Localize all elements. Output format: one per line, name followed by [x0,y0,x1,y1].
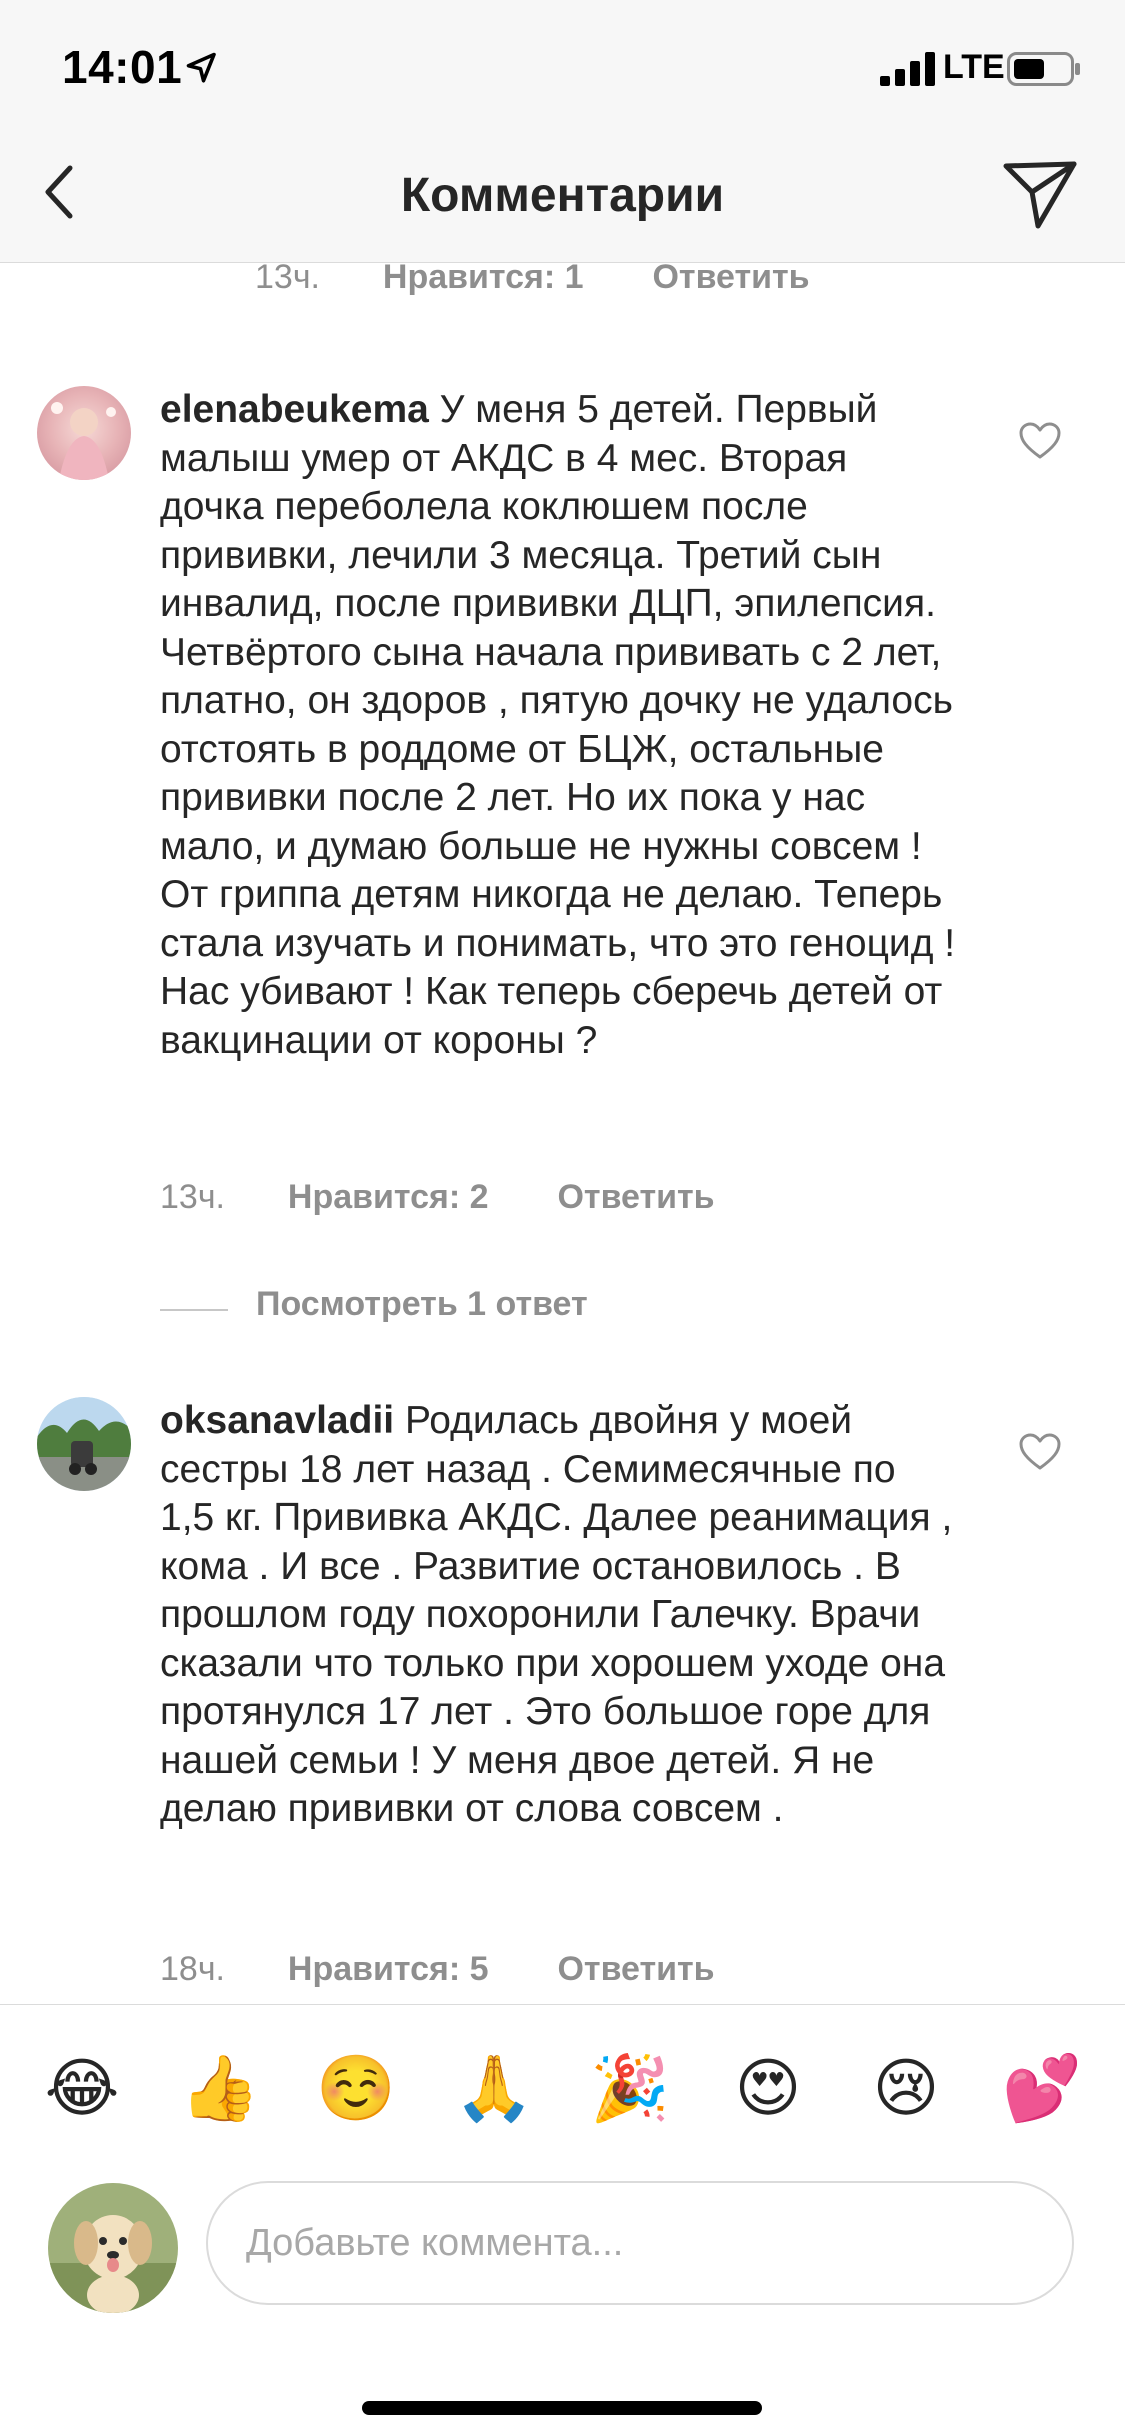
reply-button[interactable]: Ответить [557,1178,714,1216]
heart-icon[interactable] [1018,1432,1062,1472]
emoji-tears-of-joy-icon[interactable]: 😂 [42,2049,122,2129]
comment-time: 13ч. [160,1178,225,1216]
emoji-crying-icon[interactable]: 😢 [866,2049,946,2129]
comment-input[interactable] [206,2181,1074,2305]
emoji-thumbs-up-icon[interactable]: 👍 [180,2049,260,2129]
heart-icon[interactable] [1018,421,1062,461]
comment-text: У меня 5 детей. Первый малыш умер от АКД… [160,388,956,1062]
top-bar: 14:01 LTE Комментарии [0,0,1125,263]
comment-meta: 13ч. Нравится: 2 Ответить [160,1178,715,1217]
comment-time: 18ч. [160,1950,225,1988]
likes-count[interactable]: Нравится: 5 [288,1950,489,1988]
reply-button[interactable]: Ответить [652,258,809,296]
avatar[interactable] [37,1397,131,1491]
comment-composer: 😂 👍 ☺️ 🙏 🎉 😍 😢 💕 [0,2004,1125,2436]
replies-divider [160,1309,228,1311]
reply-button[interactable]: Ответить [557,1950,714,1988]
page-title: Комментарии [400,169,725,222]
emoji-two-hearts-icon[interactable]: 💕 [1002,2049,1082,2129]
avatar[interactable] [37,386,131,480]
emoji-party-popper-icon[interactable]: 🎉 [590,2049,670,2129]
likes-count[interactable]: Нравится: 2 [288,1178,489,1216]
comment-body: elenabeukema У меня 5 детей. Первый малы… [160,386,960,1065]
emoji-smiling-icon[interactable]: ☺️ [316,2049,396,2129]
comment-username[interactable]: elenabeukema [160,388,429,431]
paper-plane-icon[interactable] [1002,158,1078,230]
view-replies-label[interactable]: Посмотреть 1 ответ [256,1285,588,1324]
comment-text: Родилась двойня у моей сестры 18 лет наз… [160,1399,953,1830]
comments-screen: 14:01 LTE Комментарии 13ч. Нравится: 1 О… [0,0,1125,2436]
likes-count[interactable]: Нравится: 1 [383,258,584,296]
emoji-folded-hands-icon[interactable]: 🙏 [454,2049,534,2129]
network-type: LTE [943,48,1005,86]
emoji-heart-eyes-icon[interactable]: 😍 [728,2049,808,2129]
comment-username[interactable]: oksanavladii [160,1399,394,1442]
comment-time: 13ч. [255,258,320,296]
location-arrow-icon [186,52,216,83]
previous-comment-meta: 13ч. Нравится: 1 Ответить [255,258,810,297]
home-indicator [362,2401,762,2415]
comment-body: oksanavladii Родилась двойня у моей сест… [160,1397,960,1834]
comment-meta: 18ч. Нравится: 5 Ответить [160,1950,715,1989]
status-time: 14:01 [62,41,183,93]
current-user-avatar [48,2183,178,2313]
battery-icon [1007,52,1080,86]
cellular-signal-icon [880,52,935,86]
